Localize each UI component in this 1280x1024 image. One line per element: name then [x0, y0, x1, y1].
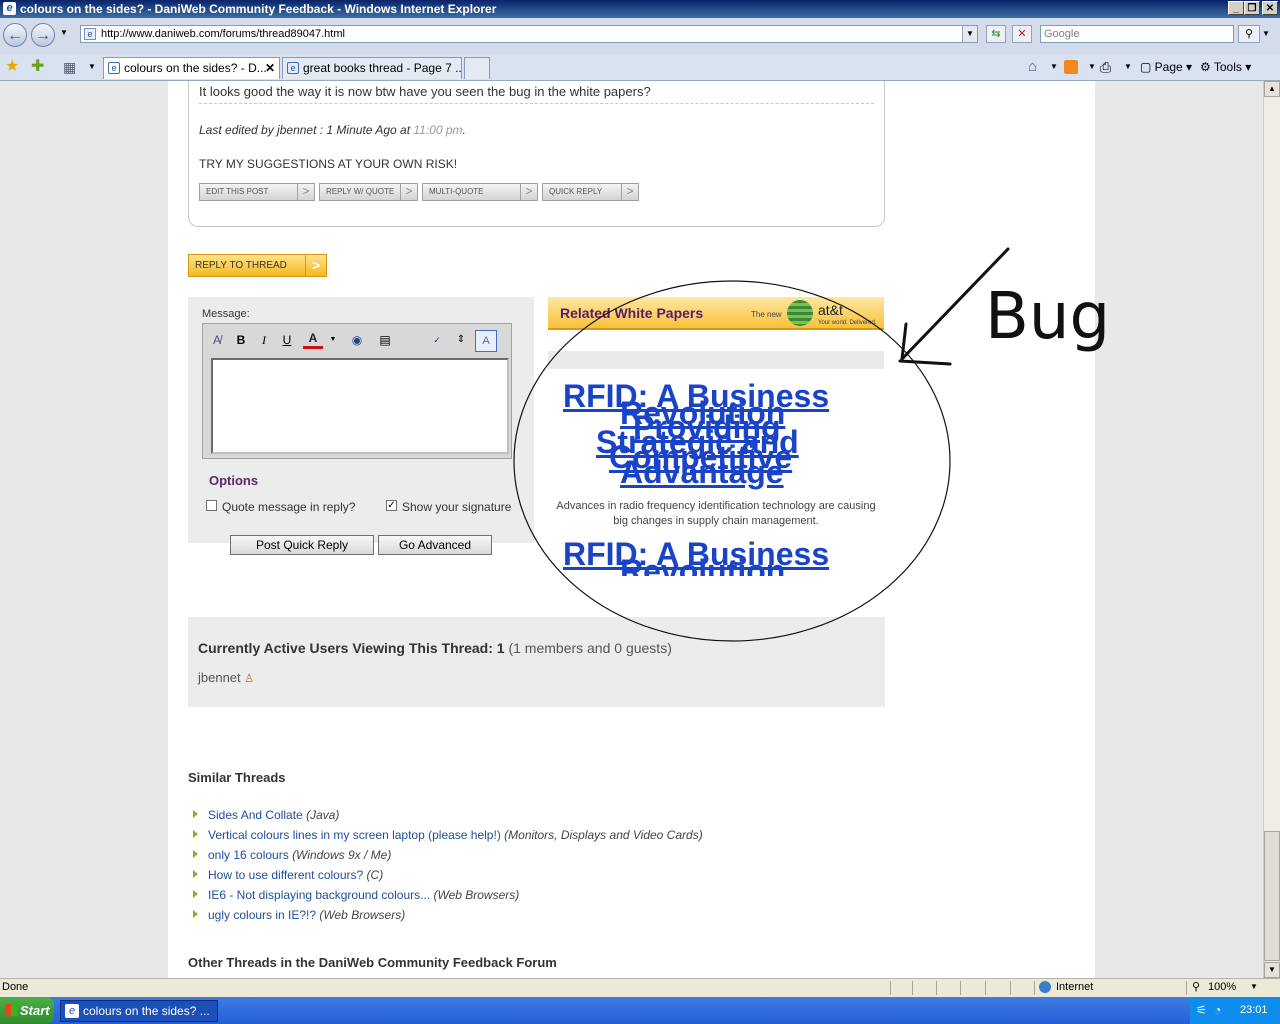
tab-label: colours on the sides? - D...	[124, 61, 267, 75]
search-options-icon[interactable]: ▼	[1262, 29, 1270, 38]
page-icon: e	[287, 62, 299, 74]
favorites-star-icon[interactable]: ★	[5, 57, 19, 77]
tab-label: great books thread - Page 7 ...	[303, 61, 462, 75]
window-title: colours on the sides? - DaniWeb Communit…	[20, 2, 497, 16]
security-icon[interactable]: ◔	[1214, 997, 1221, 1024]
zoom-dropdown-icon[interactable]: ▼	[1250, 982, 1258, 991]
address-url: http://www.daniweb.com/forums/thread8904…	[101, 28, 345, 40]
taskbar-item-label: colours on the sides? ...	[83, 1004, 210, 1018]
home-icon[interactable]: ⌂	[1028, 57, 1037, 77]
search-input[interactable]: Google	[1040, 25, 1234, 43]
address-dropdown-icon[interactable]: ▼	[962, 26, 977, 42]
status-divider	[1010, 981, 1011, 995]
status-divider	[1186, 981, 1187, 995]
tab-great-books[interactable]: e great books thread - Page 7 ...	[282, 57, 462, 79]
status-divider	[985, 981, 986, 995]
ie-logo-icon: e	[65, 1004, 79, 1018]
annotation-bug-text: Bug	[985, 280, 1110, 354]
feeds-dropdown-icon[interactable]: ▼	[1088, 57, 1096, 77]
status-divider	[936, 981, 937, 995]
tools-menu-label: Tools	[1213, 60, 1242, 74]
scroll-down-icon[interactable]: ▼	[1264, 962, 1280, 978]
minimize-button[interactable]: _	[1228, 1, 1244, 15]
quick-tabs-icon[interactable]: ▦	[63, 57, 76, 77]
maximize-button[interactable]: ❐	[1244, 1, 1260, 15]
vertical-scrollbar[interactable]: ▲ ▼	[1263, 81, 1280, 978]
tools-menu[interactable]: ⚙ Tools ▾	[1200, 57, 1251, 77]
print-dropdown-icon[interactable]: ▼	[1124, 57, 1132, 77]
status-divider	[1034, 981, 1035, 995]
page-menu-label: Page	[1154, 60, 1183, 74]
zoom-level[interactable]: 100%	[1208, 981, 1236, 993]
ie-logo-icon: e	[3, 2, 16, 15]
zoom-icon[interactable]: ⚲	[1192, 980, 1200, 993]
taskbar-item-ie[interactable]: e colours on the sides? ...	[60, 1000, 218, 1022]
feeds-icon[interactable]	[1064, 60, 1078, 74]
forward-button[interactable]: →	[31, 23, 55, 47]
taskbar: Start e colours on the sides? ... ⚟ ◔ 23…	[0, 997, 1280, 1024]
tab-bar: ★ ✚ ▦ ▼ e colours on the sides? - D... ✕…	[0, 54, 1280, 81]
status-bar: Done Internet ⚲ 100% ▼	[0, 978, 1280, 997]
clock[interactable]: 23:01	[1240, 997, 1268, 1024]
window-title-bar[interactable]: e colours on the sides? - DaniWeb Commun…	[0, 0, 1280, 18]
home-dropdown-icon[interactable]: ▼	[1050, 57, 1058, 77]
history-dropdown-icon[interactable]: ▼	[60, 28, 68, 37]
page-icon: e	[108, 62, 120, 74]
tab-list-icon[interactable]: ▼	[88, 57, 96, 77]
page-icon: e	[84, 28, 96, 40]
windows-logo-icon	[5, 1004, 17, 1016]
address-toolbar: ← → ▼ e http://www.daniweb.com/forums/th…	[0, 18, 1280, 55]
close-tab-icon[interactable]: ✕	[265, 58, 275, 78]
annotation-circle	[513, 280, 951, 642]
address-input[interactable]: e http://www.daniweb.com/forums/thread89…	[80, 25, 978, 43]
start-label: Start	[20, 1003, 50, 1018]
print-icon[interactable]: ⎙	[1100, 57, 1111, 77]
search-icon[interactable]: ⚲	[1238, 25, 1260, 43]
annotation-overlay: Bug	[513, 247, 1110, 642]
zone-label: Internet	[1056, 981, 1094, 993]
network-icon[interactable]: ⚟	[1196, 997, 1207, 1024]
start-button[interactable]: Start	[0, 997, 54, 1024]
system-tray: ⚟ ◔ 23:01	[1190, 997, 1280, 1024]
page-menu[interactable]: ▢ Page ▾	[1140, 57, 1192, 77]
status-divider	[960, 981, 961, 995]
scroll-thumb[interactable]	[1264, 831, 1280, 961]
new-tab-button[interactable]	[464, 57, 490, 79]
add-favorites-icon[interactable]: ✚	[31, 57, 44, 77]
tab-colours[interactable]: e colours on the sides? - D... ✕	[103, 57, 280, 79]
page-viewport: It looks good the way it is now btw have…	[0, 81, 1263, 978]
back-button[interactable]: ←	[3, 23, 27, 47]
status-divider	[912, 981, 913, 995]
stop-button[interactable]: ✕	[1012, 25, 1032, 43]
globe-icon	[1039, 981, 1051, 993]
refresh-button[interactable]: ⇆	[986, 25, 1006, 43]
status-text: Done	[2, 981, 29, 993]
status-divider	[890, 981, 891, 995]
close-button[interactable]: ✕	[1262, 1, 1278, 15]
scroll-up-icon[interactable]: ▲	[1264, 81, 1280, 97]
